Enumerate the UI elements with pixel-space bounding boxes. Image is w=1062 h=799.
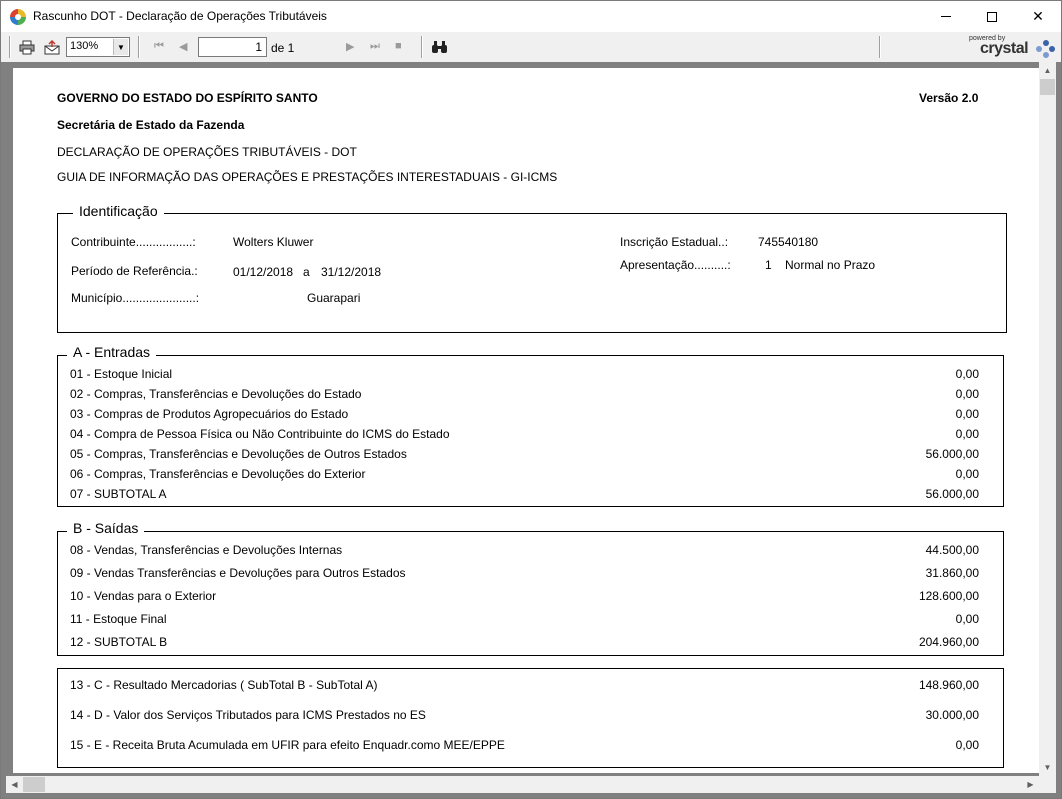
report-viewer: GOVERNO DO ESTADO DO ESPÍRITO SANTO Vers… bbox=[0, 62, 1062, 799]
dot-title: DECLARAÇÃO DE OPERAÇÕES TRIBUTÁVEIS - DO… bbox=[57, 145, 357, 159]
report-row-label: 03 - Compras de Produtos Agropecuários d… bbox=[70, 407, 349, 421]
report-row-value: 148.960,00 bbox=[918, 678, 979, 692]
vertical-scroll-thumb[interactable] bbox=[1040, 79, 1055, 95]
report-row-label: 07 - SUBTOTAL A bbox=[70, 487, 167, 501]
report-row-value: 0,00 bbox=[955, 367, 979, 381]
report-row-label: 05 - Compras, Transferências e Devoluçõe… bbox=[70, 447, 407, 461]
print-button[interactable] bbox=[18, 38, 36, 56]
report-row-value: 56.000,00 bbox=[925, 447, 979, 461]
apresentacao-code: 1 bbox=[765, 258, 772, 272]
report-row-label: 15 - E - Receita Bruta Acumulada em UFIR… bbox=[70, 738, 505, 752]
horizontal-scroll-thumb[interactable] bbox=[23, 777, 45, 792]
report-row-value: 0,00 bbox=[955, 467, 979, 481]
toolbar-separator bbox=[138, 36, 140, 58]
saidas-legend: B - Saídas bbox=[67, 520, 145, 536]
report-row-label: 09 - Vendas Transferências e Devoluções … bbox=[70, 566, 406, 580]
report-row-label: 14 - D - Valor dos Serviços Tributados p… bbox=[70, 708, 426, 722]
maximize-button[interactable] bbox=[969, 1, 1015, 32]
close-button[interactable]: ✕ bbox=[1015, 1, 1061, 32]
toolbar-separator bbox=[9, 36, 11, 58]
maximize-icon bbox=[987, 11, 997, 22]
report-row-value: 0,00 bbox=[955, 387, 979, 401]
logo-word: crystal bbox=[980, 40, 1029, 57]
report-row-label: 01 - Estoque Inicial bbox=[70, 367, 173, 381]
scrollbar-corner bbox=[1039, 776, 1056, 793]
report-row-label: 04 - Compra de Pessoa Física ou Não Cont… bbox=[70, 427, 450, 441]
report-row-value: 56.000,00 bbox=[925, 487, 979, 501]
identificacao-section bbox=[57, 213, 1007, 333]
apresentacao-value: Normal no Prazo bbox=[785, 258, 876, 272]
zoom-value: 130% bbox=[70, 40, 99, 52]
apresentacao-label: Apresentação..........: bbox=[620, 258, 731, 272]
report-row-label: 12 - SUBTOTAL B bbox=[70, 635, 168, 649]
toolbar: 130% ▼ ⏮ ◀ 1 de 1 ▶ ⏭ ■ powered by cryst… bbox=[0, 32, 1062, 62]
gi-title: GUIA DE INFORMAÇÃO DAS OPERAÇÕES E PREST… bbox=[57, 170, 558, 184]
first-page-icon[interactable]: ⏮ bbox=[154, 40, 164, 53]
periodo-end: 31/12/2018 bbox=[321, 265, 382, 279]
secretaria-title: Secretária de Estado da Fazenda bbox=[57, 118, 245, 132]
export-icon bbox=[44, 39, 60, 54]
contribuinte-value: Wolters Kluwer bbox=[233, 235, 314, 249]
municipio-value: Guarapari bbox=[307, 291, 361, 305]
report-row-label: 08 - Vendas, Transferências e Devoluções… bbox=[70, 543, 343, 557]
minimize-button[interactable] bbox=[923, 1, 969, 32]
page-count: de 1 bbox=[271, 41, 295, 55]
horizontal-scrollbar[interactable]: ◀ ▶ bbox=[6, 776, 1039, 793]
scroll-left-icon[interactable]: ◀ bbox=[6, 776, 23, 793]
report-row-value: 0,00 bbox=[955, 738, 979, 752]
zoom-select[interactable]: 130% ▼ bbox=[66, 37, 130, 57]
scroll-down-icon[interactable]: ▼ bbox=[1039, 759, 1056, 776]
crystal-logo: powered by crystal bbox=[966, 34, 1058, 60]
report-row-value: 204.960,00 bbox=[918, 635, 979, 649]
report-row-value: 30.000,00 bbox=[925, 708, 979, 722]
app-icon bbox=[10, 9, 26, 25]
vertical-scrollbar[interactable]: ▲ ▼ bbox=[1039, 62, 1056, 776]
toolbar-separator bbox=[421, 36, 423, 58]
report-row-label: 11 - Estoque Final bbox=[70, 612, 167, 626]
page-number-input[interactable]: 1 bbox=[198, 37, 267, 57]
report-row-label: 06 - Compras, Transferências e Devoluçõe… bbox=[70, 467, 366, 481]
periodo-separator: a bbox=[303, 265, 310, 279]
report-row-value: 0,00 bbox=[955, 407, 979, 421]
report-page: GOVERNO DO ESTADO DO ESPÍRITO SANTO Vers… bbox=[13, 68, 1039, 773]
report-row-value: 31.860,00 bbox=[925, 566, 979, 580]
crystal-dots-icon bbox=[1036, 40, 1056, 58]
report-row-label: 13 - C - Resultado Mercadorias ( SubTota… bbox=[70, 678, 378, 692]
identificacao-legend: Identificação bbox=[73, 203, 164, 219]
next-page-icon[interactable]: ▶ bbox=[346, 40, 354, 53]
export-button[interactable] bbox=[43, 38, 61, 56]
printer-icon bbox=[19, 40, 35, 54]
binoculars-icon bbox=[431, 41, 447, 53]
contribuinte-label: Contribuinte.................: bbox=[71, 235, 196, 249]
close-icon: ✕ bbox=[1032, 8, 1044, 24]
report-row-value: 128.600,00 bbox=[918, 589, 979, 603]
entradas-legend: A - Entradas bbox=[67, 344, 157, 360]
municipio-label: Município......................: bbox=[71, 291, 200, 305]
periodo-start: 01/12/2018 bbox=[233, 265, 294, 279]
stop-icon[interactable]: ■ bbox=[395, 40, 402, 52]
report-row-label: 10 - Vendas para o Exterior bbox=[70, 589, 217, 603]
search-button[interactable] bbox=[430, 38, 448, 56]
report-row-value: 0,00 bbox=[955, 427, 979, 441]
periodo-label: Período de Referência.: bbox=[71, 264, 198, 278]
minimize-icon bbox=[941, 16, 951, 17]
title-bar: Rascunho DOT - Declaração de Operações T… bbox=[0, 0, 1062, 32]
report-row-value: 0,00 bbox=[955, 612, 979, 626]
previous-page-icon[interactable]: ◀ bbox=[179, 40, 187, 53]
scroll-up-icon[interactable]: ▲ bbox=[1039, 62, 1056, 79]
report-row-value: 44.500,00 bbox=[925, 543, 979, 557]
gov-title: GOVERNO DO ESTADO DO ESPÍRITO SANTO bbox=[57, 91, 318, 105]
last-page-icon[interactable]: ⏭ bbox=[370, 40, 380, 53]
inscricao-value: 745540180 bbox=[758, 235, 819, 249]
chevron-down-icon[interactable]: ▼ bbox=[113, 39, 128, 55]
report-row-label: 02 - Compras, Transferências e Devoluçõe… bbox=[70, 387, 362, 401]
window-title: Rascunho DOT - Declaração de Operações T… bbox=[33, 9, 327, 23]
toolbar-separator bbox=[879, 36, 881, 58]
scroll-right-icon[interactable]: ▶ bbox=[1022, 776, 1039, 793]
inscricao-label: Inscrição Estadual..: bbox=[620, 235, 729, 249]
version-label: Versão 2.0 bbox=[919, 91, 979, 105]
